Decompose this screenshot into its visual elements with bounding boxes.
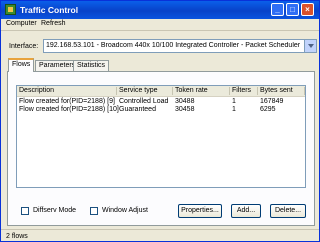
title-bar[interactable]: Traffic Control _ □ × [1,1,319,19]
tab-flows[interactable]: Flows [8,58,35,72]
status-bar: 2 flows [1,229,319,242]
cell-filters: 1 [232,98,236,105]
diffserv-checkbox[interactable] [21,207,29,215]
col-token-rate[interactable]: Token rate [173,87,230,95]
col-description[interactable]: Description [17,87,117,95]
cell-description: Flow created for(PID=2188) [9] [19,98,115,105]
col-service-type[interactable]: Service type [117,87,173,95]
minimize-button[interactable]: _ [271,3,284,16]
interface-label: Interface: [9,43,39,50]
cell-service-type: Controlled Load [119,98,169,105]
table-row[interactable]: Flow created for(PID=2188) [9] Controlle… [17,98,305,105]
window-title: Traffic Control [20,5,79,15]
table-row[interactable]: Flow created for(PID=2188) [10] Guarante… [17,106,305,113]
close-button[interactable]: × [301,3,314,16]
flows-panel: Description Service type Token rate Filt… [7,71,315,226]
add-button[interactable]: Add... [231,204,261,218]
window-adjust-checkbox[interactable] [90,207,98,215]
cell-description: Flow created for(PID=2188) [10] [19,106,119,113]
col-filters[interactable]: Filters [230,87,258,95]
menu-bar: Computer Refresh [1,19,319,31]
window-adjust-label: Window Adjust [102,207,148,214]
cell-service-type: Guaranteed [119,106,156,113]
menu-refresh[interactable]: Refresh [41,20,66,27]
cell-token-rate: 30458 [175,106,195,113]
cell-token-rate: 30488 [175,98,195,105]
menu-computer[interactable]: Computer [6,20,37,27]
traffic-control-window: Traffic Control _ □ × Computer Refresh I… [0,0,320,242]
cell-bytes-sent: 6295 [260,106,276,113]
app-icon [5,4,16,15]
cell-filters: 1 [232,106,236,113]
tab-statistics[interactable]: Statistics [73,60,110,71]
list-header: Description Service type Token rate Filt… [17,86,305,97]
interface-value: 192.168.53.101 - Broadcom 440x 10/100 In… [46,42,302,49]
diffserv-label: Diffserv Mode [33,207,77,214]
maximize-button[interactable]: □ [286,3,299,16]
cell-bytes-sent: 167849 [260,98,284,105]
col-bytes-sent[interactable]: Bytes sent [258,87,305,95]
flows-list[interactable]: Description Service type Token rate Filt… [16,85,306,188]
interface-dropdown[interactable]: 192.168.53.101 - Broadcom 440x 10/100 In… [43,39,317,53]
properties-button[interactable]: Properties... [178,204,222,218]
delete-button[interactable]: Delete... [270,204,306,218]
chevron-down-icon[interactable] [304,40,316,52]
status-text: 2 flows [6,233,28,240]
